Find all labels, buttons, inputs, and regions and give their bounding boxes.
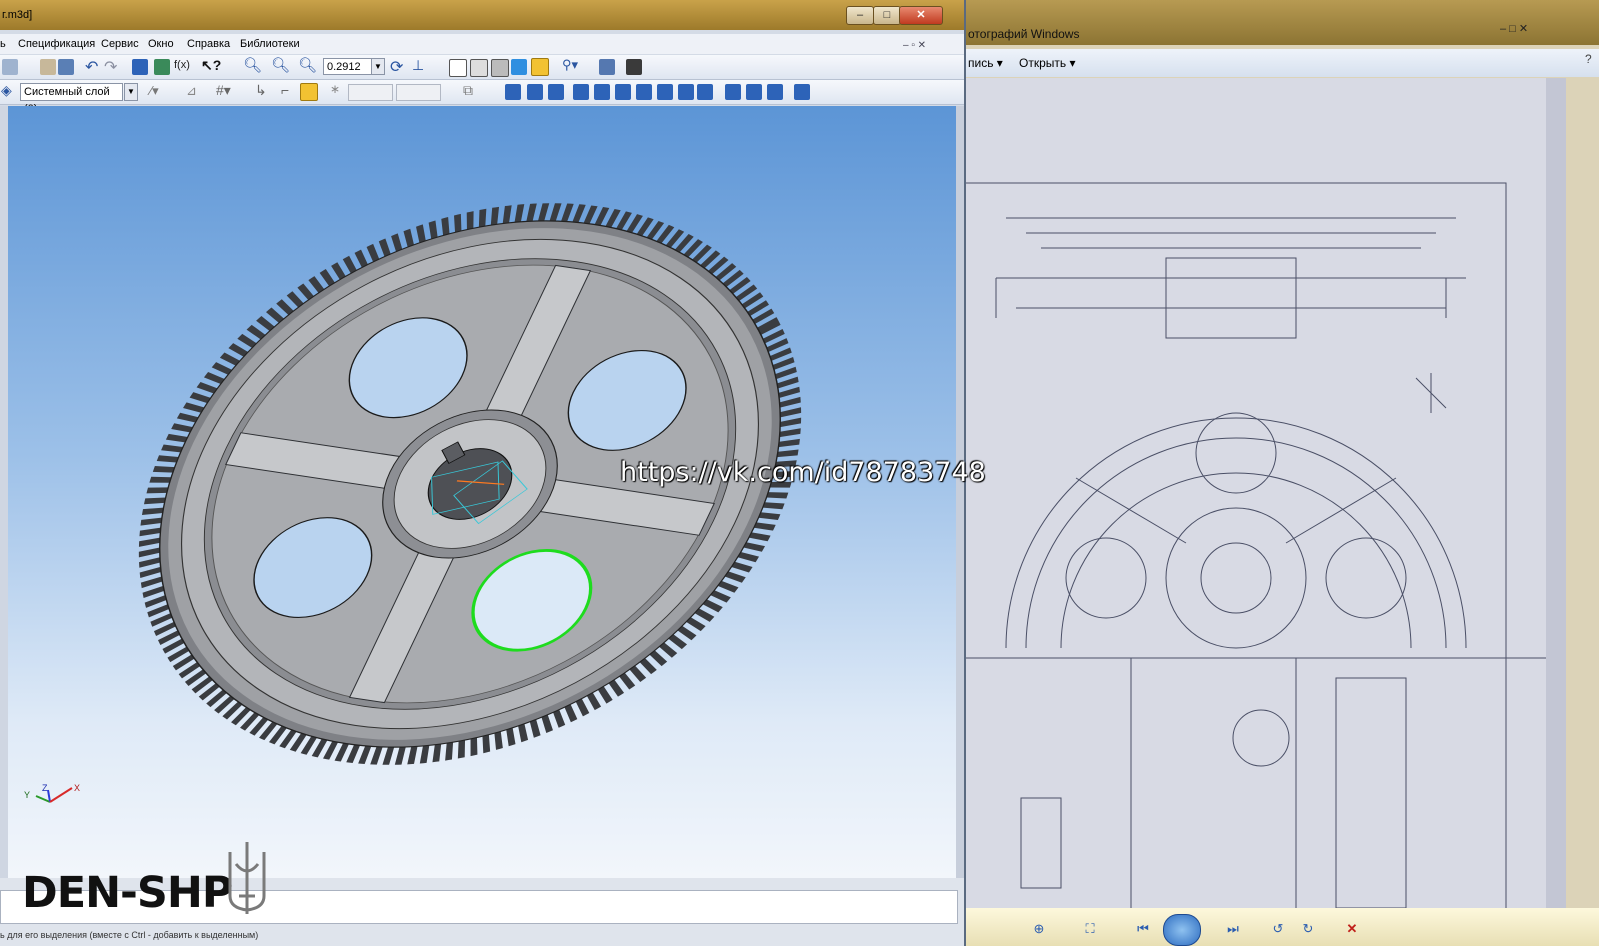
viewer-window-controls[interactable]: ‒ □ ✕ <box>1500 22 1528 35</box>
menu-libraries[interactable]: Библиотеки <box>240 38 300 50</box>
next-icon[interactable]: ⏭ <box>1223 921 1243 937</box>
menu-burn[interactable]: пись ▾ <box>968 56 1003 70</box>
measure-icon[interactable] <box>794 84 810 100</box>
array-icon[interactable] <box>746 84 762 100</box>
help-icon[interactable]: ? <box>1585 52 1592 66</box>
minimize-button[interactable]: – <box>846 6 874 25</box>
gear-model[interactable] <box>8 106 962 878</box>
shaded-edges-icon[interactable] <box>531 58 549 76</box>
rotate-right-icon[interactable]: ↻ <box>1298 921 1318 937</box>
extrude-icon[interactable] <box>505 84 521 100</box>
local-cs-icon[interactable]: ↳ <box>255 82 267 99</box>
menu-file[interactable]: ь <box>0 38 6 50</box>
viewer-title: отографий Windows <box>968 27 1080 41</box>
section-icon[interactable] <box>767 84 783 100</box>
bindings-icon[interactable] <box>300 83 318 101</box>
rotate-icon[interactable]: ⟳ <box>390 57 403 77</box>
menu-help[interactable]: Справка <box>187 38 230 50</box>
manager-icon[interactable] <box>626 59 642 75</box>
shaded-icon[interactable] <box>511 59 527 75</box>
axis-y-label: Y <box>24 790 31 800</box>
menu-bar <box>0 34 964 54</box>
ortho-icon[interactable]: ⌐ <box>281 82 289 98</box>
parameterization-icon[interactable]: ⧉ <box>463 82 473 99</box>
filter-icon[interactable] <box>599 59 615 75</box>
current-state-toolbar <box>0 80 964 105</box>
loft-icon[interactable] <box>573 84 589 100</box>
perspective-icon[interactable]: ⚲▾ <box>562 57 578 73</box>
axis-x-label: X <box>74 783 81 793</box>
3d-viewport[interactable]: Y Z X <box>8 106 962 878</box>
slideshow-button[interactable] <box>1163 914 1201 946</box>
menu-window[interactable]: Окно <box>148 38 174 50</box>
zoom-window-icon[interactable]: 🔍︎ <box>243 56 262 74</box>
model-tree-icon[interactable] <box>132 59 148 75</box>
coord-x-field[interactable] <box>348 84 393 101</box>
axis-z-label: Z <box>42 783 48 793</box>
coordinates-icon: ∗ <box>330 82 341 96</box>
help-pointer-icon[interactable]: ↖? <box>201 57 221 74</box>
chevron-down-icon[interactable]: ▼ <box>371 58 385 75</box>
logo-text: DEN-SHP <box>22 868 233 918</box>
style-icon[interactable]: ⁄▾ <box>150 83 159 99</box>
zoom-all-icon[interactable]: 🔍︎ <box>271 56 290 74</box>
wireframe-icon[interactable] <box>449 59 467 77</box>
kinematic-icon[interactable] <box>548 84 564 100</box>
layers-icon[interactable]: ◈ <box>1 82 12 99</box>
open-icon[interactable] <box>2 59 18 75</box>
status-bar-text: ь для его выделения (вместе с Ctrl - доб… <box>0 930 259 940</box>
trident-logo-icon <box>228 842 266 914</box>
orientation-icon[interactable]: ⊥ <box>412 57 424 74</box>
snap-icon[interactable]: ⊿ <box>186 83 197 99</box>
actual-size-icon[interactable]: ⛶ <box>1080 921 1100 937</box>
mirror-icon[interactable] <box>725 84 741 100</box>
menu-service[interactable]: Сервис <box>101 38 139 50</box>
watermark-url: https://vk.com/id78783748 <box>620 457 986 488</box>
undo-icon[interactable]: ↶ <box>85 57 98 77</box>
rotate-left-icon[interactable]: ↺ <box>1268 921 1288 937</box>
zoom-scale-input[interactable]: 0.2912 <box>323 58 378 75</box>
drawing-photo <box>966 78 1566 908</box>
viewport-scrollbar[interactable] <box>956 106 964 878</box>
properties-icon[interactable] <box>40 59 56 75</box>
shell-icon[interactable] <box>678 84 694 100</box>
previous-icon[interactable]: ⏮ <box>1133 921 1153 937</box>
mdi-controls[interactable]: ‒ ▫ ✕ <box>903 40 926 51</box>
tree-icon[interactable] <box>58 59 74 75</box>
zoom-scale-icon[interactable]: 🔍︎ <box>298 56 317 74</box>
delete-icon[interactable]: ✕ <box>1342 921 1362 937</box>
menu-open-label: Открыть <box>1019 56 1067 70</box>
hole-icon[interactable] <box>636 84 652 100</box>
zoom-icon[interactable]: ⊕ <box>1029 921 1049 937</box>
menu-specification[interactable]: Спецификация <box>18 38 95 50</box>
close-button[interactable]: ✕ <box>899 6 943 25</box>
variables-icon[interactable] <box>154 59 170 75</box>
fx-icon[interactable]: f(x) <box>174 59 190 71</box>
thin-hidden-icon[interactable] <box>491 59 509 77</box>
menu-open[interactable]: Открыть ▾ <box>1019 56 1076 70</box>
technical-drawing-image <box>966 78 1566 908</box>
slope-icon[interactable] <box>697 84 713 100</box>
layer-select[interactable]: Системный слой (0) <box>20 83 123 115</box>
maximize-button[interactable]: □ <box>873 6 901 25</box>
hidden-lines-icon[interactable] <box>470 59 488 77</box>
coord-y-field[interactable] <box>396 84 441 101</box>
tree-panel-collapsed[interactable] <box>0 106 8 878</box>
rib-icon[interactable] <box>657 84 673 100</box>
cad-window-title: г.m3d] <box>2 9 33 21</box>
cad-title-bar[interactable] <box>0 0 964 30</box>
menu-burn-label: пись <box>968 56 994 70</box>
grid-icon[interactable]: #▾ <box>216 82 231 99</box>
fillet-icon[interactable] <box>594 84 610 100</box>
rotate-feature-icon[interactable] <box>527 84 543 100</box>
chamfer-icon[interactable] <box>615 84 631 100</box>
redo-icon[interactable]: ↷ <box>104 57 117 77</box>
chevron-down-icon[interactable]: ▼ <box>124 83 138 101</box>
